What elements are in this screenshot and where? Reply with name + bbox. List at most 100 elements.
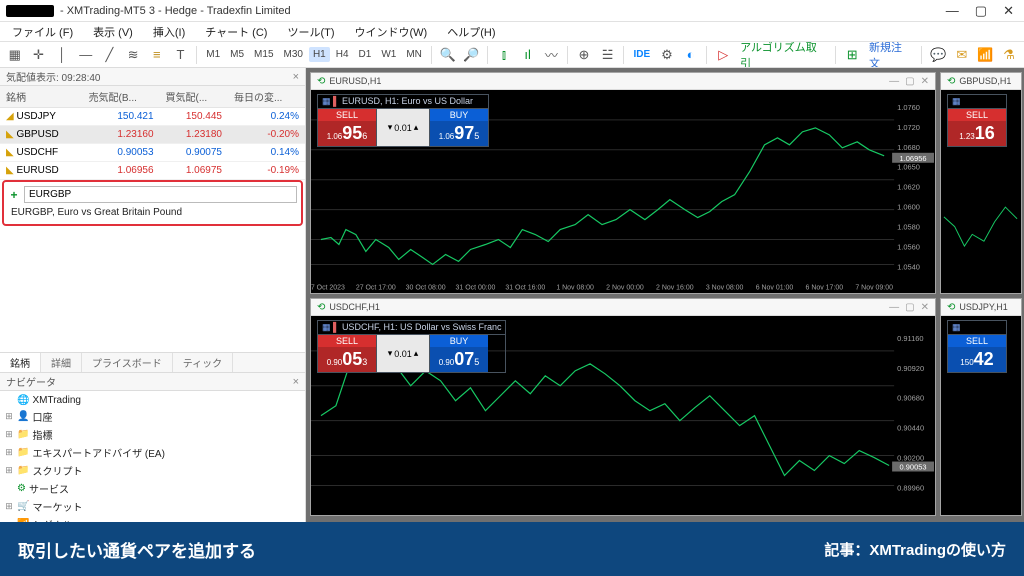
algo-trading-button[interactable]: アルゴリズム取引	[736, 42, 830, 68]
mw-tab-detail[interactable]: 詳細	[41, 353, 82, 372]
tf-d1[interactable]: D1	[355, 47, 376, 62]
svg-text:27 Oct 2023: 27 Oct 2023	[311, 284, 345, 291]
nav-services[interactable]: ⚙サービス	[4, 479, 301, 497]
tool-hline-icon[interactable]: —	[75, 44, 97, 66]
chart-min-icon[interactable]: —	[889, 76, 899, 87]
menu-view[interactable]: 表示 (V)	[85, 22, 141, 42]
navigator-close-icon[interactable]: ×	[293, 376, 299, 388]
settings-icon[interactable]: ⚗	[998, 44, 1020, 66]
mw-row-usdjpy[interactable]: ◢ USDJPY150.421150.4450.24%	[0, 108, 305, 126]
tool-vline-icon[interactable]: │	[51, 44, 73, 66]
tool-grid-icon[interactable]: ▦	[4, 44, 26, 66]
window-title: - XMTrading-MT5 3 - Hedge - Tradexfin Li…	[60, 5, 291, 17]
zoom-out-icon[interactable]: 🔎	[461, 44, 483, 66]
tf-m30[interactable]: M30	[280, 47, 307, 62]
play-icon[interactable]: ▷	[712, 44, 734, 66]
line-chart-icon[interactable]: 〰	[541, 44, 563, 66]
chart-window-eurusd[interactable]: ⟲ EURUSD,H1 — ▢ ✕ 1.07601.07201.06801.06…	[310, 72, 936, 294]
mw-tab-symbol[interactable]: 銘柄	[0, 353, 41, 372]
menu-file[interactable]: ファイル (F)	[4, 22, 81, 42]
mw-row-usdchf[interactable]: ◣ USDCHF0.900530.900750.14%	[0, 144, 305, 162]
market-watch-close-icon[interactable]: ×	[293, 71, 299, 83]
volume-input[interactable]: ▾0.01▴	[376, 335, 430, 372]
chart-window-gbpusd[interactable]: ⟲GBPUSD,H1 ▦ SELL 1.2316	[940, 72, 1022, 294]
tf-mn[interactable]: MN	[402, 47, 426, 62]
tf-h4[interactable]: H4	[332, 47, 353, 62]
candle-chart-icon[interactable]: ⫾	[493, 44, 515, 66]
tf-m1[interactable]: M1	[202, 47, 224, 62]
menu-window[interactable]: ウインドウ(W)	[347, 22, 436, 42]
navigator-tree: 🌐XMTrading ⊞👤口座 ⊞📁指標 ⊞📁エキスパートアドバイザ (EA) …	[0, 391, 305, 522]
maximize-icon[interactable]: ▢	[975, 3, 987, 19]
add-symbol-input[interactable]	[24, 186, 297, 203]
mw-row-eurusd[interactable]: ◣ EURUSD1.069561.06975-0.19%	[0, 162, 305, 180]
tf-m5[interactable]: M5	[226, 47, 248, 62]
mw-col-symbol[interactable]: 銘柄	[0, 86, 83, 108]
chart-window-usdchf[interactable]: ⟲USDCHF,H1 —▢✕ 0.911600.909200.906800.90…	[310, 298, 936, 516]
nav-market[interactable]: ⊞🛒マーケット	[4, 497, 301, 515]
ide-button[interactable]: IDE	[629, 47, 654, 62]
sell-button[interactable]: SELL 1.06956	[318, 109, 376, 146]
strategy-tester-icon[interactable]: ⚙	[656, 44, 678, 66]
mw-col-change[interactable]: 毎日の変...	[228, 86, 305, 108]
market-watch-title: 気配値表示: 09:28:40	[6, 69, 100, 84]
svg-text:1 Nov 08:00: 1 Nov 08:00	[556, 284, 594, 291]
zoom-in-icon[interactable]: 🔍	[437, 44, 459, 66]
tf-h1[interactable]: H1	[309, 47, 330, 62]
tool-trendline-icon[interactable]: ╱	[99, 44, 121, 66]
close-icon[interactable]: ✕	[1003, 3, 1014, 19]
chart-close-icon[interactable]: ✕	[921, 76, 929, 87]
tf-m15[interactable]: M15	[250, 47, 277, 62]
tf-w1[interactable]: W1	[377, 47, 400, 62]
buy-button[interactable]: BUY 1.06975	[430, 109, 488, 146]
add-symbol-plus-icon[interactable]: +	[8, 188, 20, 202]
mw-col-bid[interactable]: 売気配(B...	[83, 86, 160, 108]
mw-tab-tick[interactable]: ティック	[173, 353, 233, 372]
menu-help[interactable]: ヘルプ(H)	[439, 22, 503, 42]
nav-signals[interactable]: 📶シグナル	[4, 515, 301, 522]
menu-chart[interactable]: チャート (C)	[197, 22, 275, 42]
nav-ea[interactable]: ⊞📁エキスパートアドバイザ (EA)	[4, 443, 301, 461]
chart-max-icon[interactable]: ▢	[905, 76, 914, 87]
svg-text:1.06956: 1.06956	[900, 154, 927, 163]
indicators-icon[interactable]: ⊕	[573, 44, 595, 66]
new-order-button[interactable]: 新規注文	[865, 42, 916, 68]
sell-button[interactable]: SELL0.90053	[318, 335, 376, 372]
menu-insert[interactable]: 挿入(I)	[145, 22, 193, 42]
tool-equidistant-icon[interactable]: ≋	[122, 44, 144, 66]
tool-fibo-icon[interactable]: ≡	[146, 44, 168, 66]
chart-link-icon[interactable]: ⟲	[317, 76, 325, 87]
chart-window-usdjpy[interactable]: ⟲USDJPY,H1 ▦ SELL15042	[940, 298, 1022, 516]
buy-button[interactable]: BUY0.90075	[430, 335, 488, 372]
signal-icon[interactable]: 📶	[975, 44, 997, 66]
nav-indicators[interactable]: ⊞📁指標	[4, 425, 301, 443]
buy-button[interactable]: SELL15042	[948, 335, 1006, 372]
mail-icon[interactable]: ✉	[951, 44, 973, 66]
add-symbol-highlight: + EURGBP, Euro vs Great Britain Pound	[2, 180, 303, 226]
nav-root[interactable]: 🌐XMTrading	[4, 393, 301, 407]
chat-icon[interactable]: 💬	[927, 44, 949, 66]
tool-crosshair-icon[interactable]: ✛	[28, 44, 50, 66]
nav-accounts[interactable]: ⊞👤口座	[4, 407, 301, 425]
symbol-suggestion[interactable]: EURGBP, Euro vs Great Britain Pound	[8, 203, 297, 220]
tool-text-icon[interactable]: T	[170, 44, 192, 66]
chart-canvas-eurusd[interactable]: 1.07601.07201.06801.06501.06201.06001.05…	[311, 90, 935, 293]
svg-text:3 Nov 08:00: 3 Nov 08:00	[706, 284, 744, 291]
chart-description: ▦ ▌ EURUSD, H1: Euro vs US Dollar	[317, 94, 489, 108]
minimize-icon[interactable]: —	[946, 3, 959, 19]
sell-button[interactable]: SELL 1.2316	[948, 109, 1006, 146]
bar-chart-icon[interactable]: ıl	[517, 44, 539, 66]
new-order-icon[interactable]: ⊞	[841, 44, 863, 66]
mw-col-ask[interactable]: 買気配(...	[160, 86, 228, 108]
charts-area: ⟲ EURUSD,H1 — ▢ ✕ 1.07601.07201.06801.06…	[306, 68, 1024, 522]
volume-input[interactable]: ▾0.01▴	[376, 109, 430, 146]
svg-text:1.0680: 1.0680	[897, 143, 920, 152]
menu-tools[interactable]: ツール(T)	[279, 22, 342, 42]
svg-text:0.91160: 0.91160	[897, 334, 923, 343]
mw-row-gbpusd[interactable]: ◣ GBPUSD1.231601.23180-0.20%	[0, 126, 305, 144]
mql5-icon[interactable]: ◐	[680, 44, 702, 66]
objects-icon[interactable]: ☱	[597, 44, 619, 66]
nav-scripts[interactable]: ⊞📁スクリプト	[4, 461, 301, 479]
mw-tab-priceboard[interactable]: プライスボード	[82, 353, 173, 372]
svg-text:1.0600: 1.0600	[897, 203, 920, 212]
